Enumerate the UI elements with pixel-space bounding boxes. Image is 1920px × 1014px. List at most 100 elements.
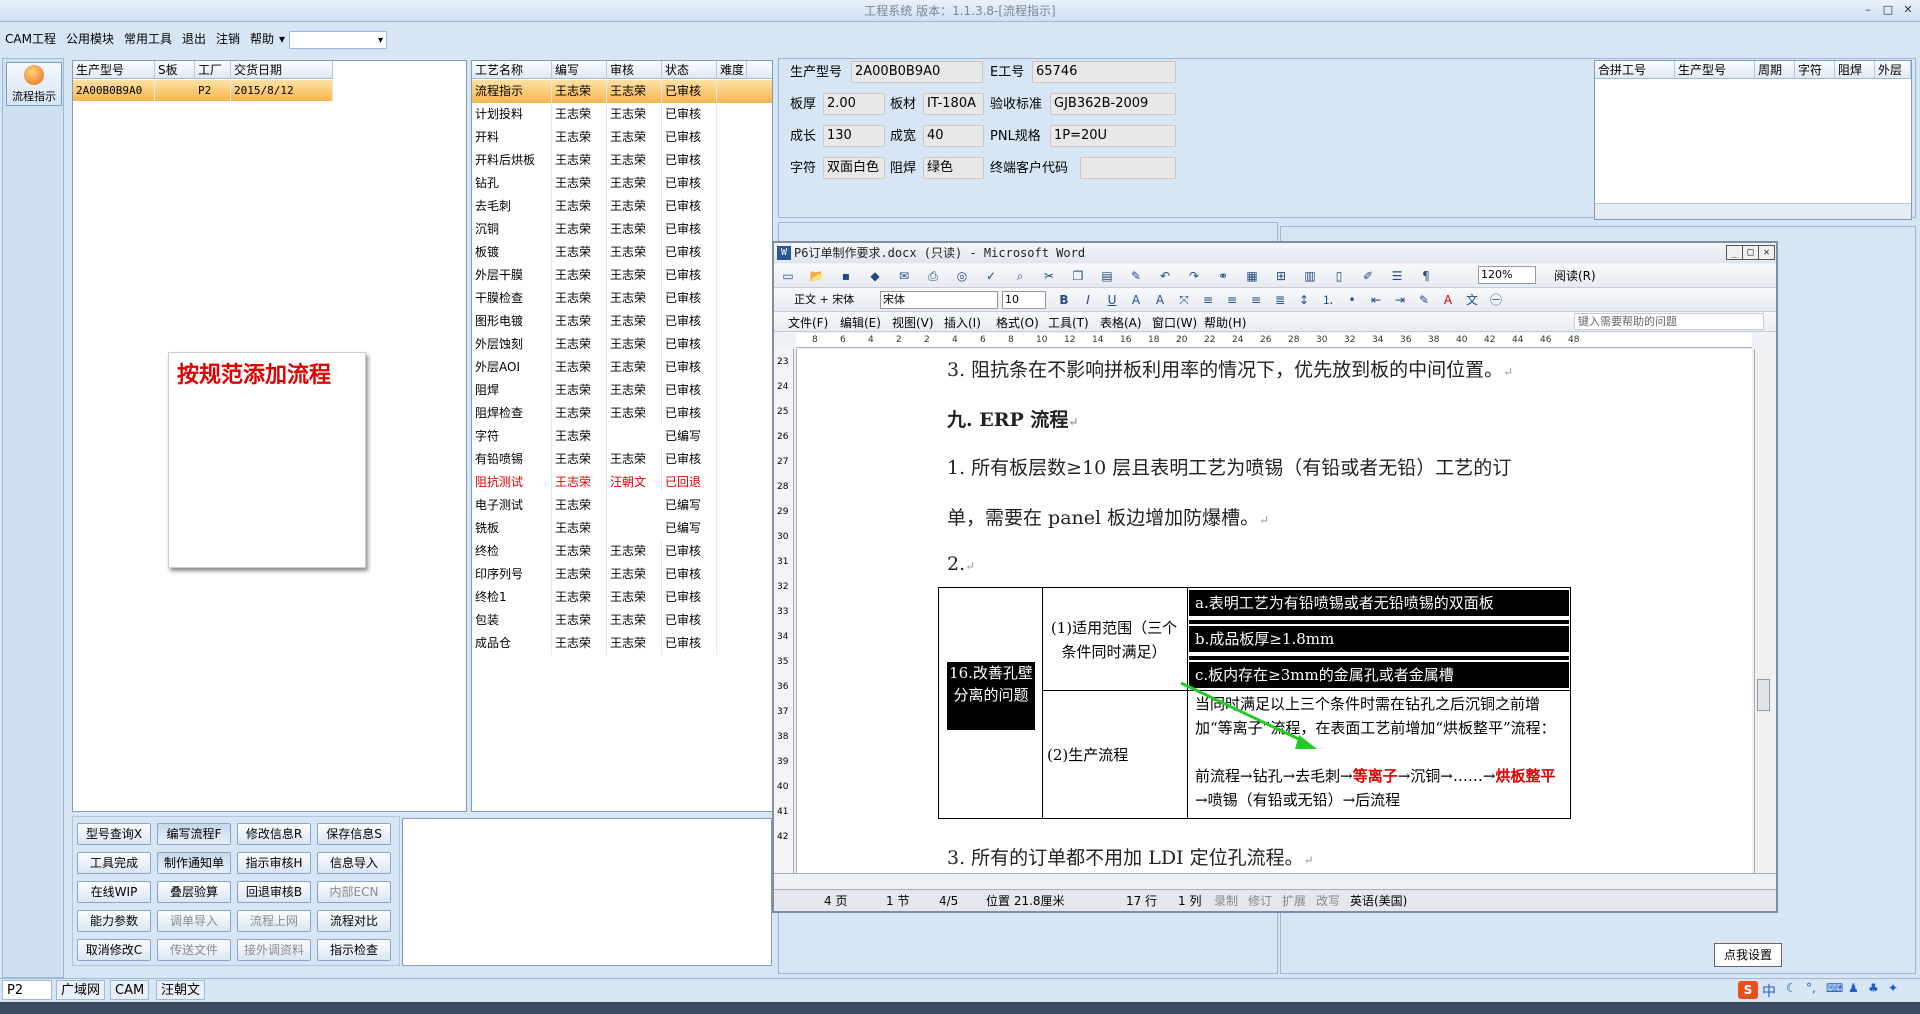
- maximize-button[interactable]: □: [1878, 2, 1898, 19]
- excel-icon[interactable]: ▥: [1302, 268, 1318, 284]
- tab-cam[interactable]: CAM: [110, 980, 150, 1000]
- ime-keyboard-icon[interactable]: ⌨: [1826, 981, 1843, 995]
- word-window[interactable]: W P6订单制作要求.docx (只读) - Microsoft Word _ …: [772, 241, 1778, 913]
- align-center-icon[interactable]: ≡: [1224, 292, 1240, 308]
- font-size-combo[interactable]: 10: [1002, 291, 1046, 309]
- bullets-icon[interactable]: •: [1344, 292, 1360, 308]
- spell-icon[interactable]: ✓: [983, 268, 999, 284]
- menu-exit[interactable]: 退出: [177, 28, 211, 50]
- width-field[interactable]: 40: [923, 125, 984, 147]
- col-writer[interactable]: 编写: [552, 61, 607, 79]
- outdent-icon[interactable]: ⇤: [1368, 292, 1384, 308]
- tab-user[interactable]: 汪朝文: [156, 980, 206, 1000]
- process-row[interactable]: 外层干膜 王志荣 王志荣 已审核: [472, 264, 772, 287]
- underline-icon[interactable]: U: [1104, 292, 1120, 308]
- col-model[interactable]: 生产型号: [73, 61, 155, 79]
- word-menu-item[interactable]: 窗口(W): [1152, 314, 1197, 331]
- process-row[interactable]: 印序列号 王志荣 王志荣 已审核: [472, 563, 772, 586]
- process-row[interactable]: 去毛刺 王志荣 王志荣 已审核: [472, 195, 772, 218]
- ime-mode[interactable]: 中: [1762, 981, 1776, 1001]
- char-field[interactable]: 双面白色: [823, 157, 885, 179]
- highlight-icon[interactable]: ✎: [1416, 292, 1432, 308]
- phonetic-icon[interactable]: 文: [1464, 292, 1480, 308]
- action-button[interactable]: 能力参数: [77, 910, 151, 932]
- mask-field[interactable]: 绿色: [923, 157, 984, 179]
- action-button[interactable]: 编写流程F: [157, 823, 231, 845]
- status-rec[interactable]: 录制: [1214, 890, 1238, 912]
- word-close-button[interactable]: ✕: [1758, 245, 1775, 260]
- italic-icon[interactable]: I: [1080, 292, 1096, 308]
- col-merge-no[interactable]: 合拼工号: [1595, 61, 1675, 79]
- new-icon[interactable]: ▭: [780, 268, 796, 284]
- col-merge-mask[interactable]: 阻焊: [1835, 61, 1875, 79]
- material-field[interactable]: IT-180A: [923, 93, 984, 115]
- menu-help[interactable]: 帮助: [245, 28, 279, 50]
- hyperlink-icon[interactable]: ⚭: [1215, 268, 1231, 284]
- process-row[interactable]: 有铅喷锡 王志荣 王志荣 已审核: [472, 448, 772, 471]
- process-row[interactable]: 开料 王志荣 王志荣 已审核: [472, 126, 772, 149]
- save-icon[interactable]: ▪: [838, 268, 854, 284]
- read-mode-button[interactable]: 阅读(R): [1554, 267, 1596, 284]
- menu-logout[interactable]: 注销: [211, 28, 245, 50]
- sogou-ime-icon[interactable]: S: [1738, 981, 1758, 999]
- word-menu-item[interactable]: 工具(T): [1048, 314, 1089, 331]
- action-button[interactable]: 工具完成: [77, 852, 151, 874]
- col-merge-model[interactable]: 生产型号: [1675, 61, 1755, 79]
- preview-icon[interactable]: ◎: [954, 268, 970, 284]
- word-menu-item[interactable]: 格式(O): [996, 314, 1039, 331]
- status-trk[interactable]: 修订: [1248, 890, 1272, 912]
- process-row[interactable]: 钻孔 王志荣 王志荣 已审核: [472, 172, 772, 195]
- status-ext[interactable]: 扩展: [1282, 890, 1306, 912]
- action-button[interactable]: 回退审核B: [237, 881, 311, 903]
- col-s-board[interactable]: S板: [155, 61, 195, 79]
- tables-icon[interactable]: ▦: [1244, 268, 1260, 284]
- mail-icon[interactable]: ✉: [896, 268, 912, 284]
- align-left-icon[interactable]: ≡: [1200, 292, 1216, 308]
- copy-icon[interactable]: ❐: [1070, 268, 1086, 284]
- action-button[interactable]: 指示审核H: [237, 852, 311, 874]
- ime-moon-icon[interactable]: ☾: [1786, 981, 1797, 995]
- columns-icon[interactable]: ▯: [1331, 268, 1347, 284]
- process-row[interactable]: 终检 王志荣 王志荣 已审核: [472, 540, 772, 563]
- action-button[interactable]: 在线WIP: [77, 881, 151, 903]
- font-color-icon[interactable]: A: [1440, 292, 1456, 308]
- close-button[interactable]: ✕: [1898, 2, 1918, 19]
- thickness-field[interactable]: 2.00: [823, 93, 885, 115]
- scale-icon[interactable]: ⤧: [1176, 292, 1192, 308]
- action-button[interactable]: 接外调资料: [237, 939, 311, 961]
- action-button[interactable]: 叠层验算: [157, 881, 231, 903]
- show-hide-icon[interactable]: ¶: [1418, 268, 1434, 284]
- action-button[interactable]: 指示检查: [317, 939, 391, 961]
- process-row[interactable]: 外层AOI 王志荣 王志荣 已审核: [472, 356, 772, 379]
- action-button[interactable]: 取消修改C: [77, 939, 151, 961]
- menu-tools[interactable]: 常用工具: [119, 28, 177, 50]
- print-icon[interactable]: ⎙: [925, 268, 941, 284]
- help-search-input[interactable]: 键入需要帮助的问题: [1574, 313, 1764, 330]
- menu-common-modules[interactable]: 公用模块: [61, 28, 119, 50]
- ime-punct-icon[interactable]: °,: [1806, 981, 1816, 995]
- word-menu-item[interactable]: 帮助(H): [1204, 314, 1246, 331]
- ime-user-icon[interactable]: ♟: [1848, 981, 1859, 995]
- action-button[interactable]: 修改信息R: [237, 823, 311, 845]
- process-row[interactable]: 阻焊 王志荣 王志荣 已审核: [472, 379, 772, 402]
- menu-cam[interactable]: CAM工程: [0, 28, 61, 50]
- model-field[interactable]: 2A00B0B9A0: [851, 61, 983, 83]
- process-row[interactable]: 电子测试 王志荣 已编写: [472, 494, 772, 517]
- action-button[interactable]: 制作通知单: [157, 852, 231, 874]
- pnl-field[interactable]: 1P=20U: [1050, 125, 1176, 147]
- process-row[interactable]: 计划投料 王志荣 王志荣 已审核: [472, 103, 772, 126]
- insert-table-icon[interactable]: ⊞: [1273, 268, 1289, 284]
- menu-combo-box[interactable]: [289, 30, 388, 49]
- research-icon[interactable]: ⌕: [1012, 268, 1028, 284]
- word-menu-item[interactable]: 表格(A): [1100, 314, 1142, 331]
- process-row[interactable]: 铣板 王志荣 已编写: [472, 517, 772, 540]
- drawing-icon[interactable]: ✐: [1360, 268, 1376, 284]
- line-spacing-icon[interactable]: ↕: [1296, 292, 1312, 308]
- font-combo[interactable]: 宋体: [880, 291, 998, 309]
- action-button[interactable]: 型号查询X: [77, 823, 151, 845]
- eno-field[interactable]: 65746: [1032, 61, 1176, 83]
- process-row[interactable]: 干膜检查 王志荣 王志荣 已审核: [472, 287, 772, 310]
- format-painter-icon[interactable]: ✎: [1128, 268, 1144, 284]
- col-delivery-date[interactable]: 交货日期: [231, 61, 333, 79]
- action-button[interactable]: 流程上网: [237, 910, 311, 932]
